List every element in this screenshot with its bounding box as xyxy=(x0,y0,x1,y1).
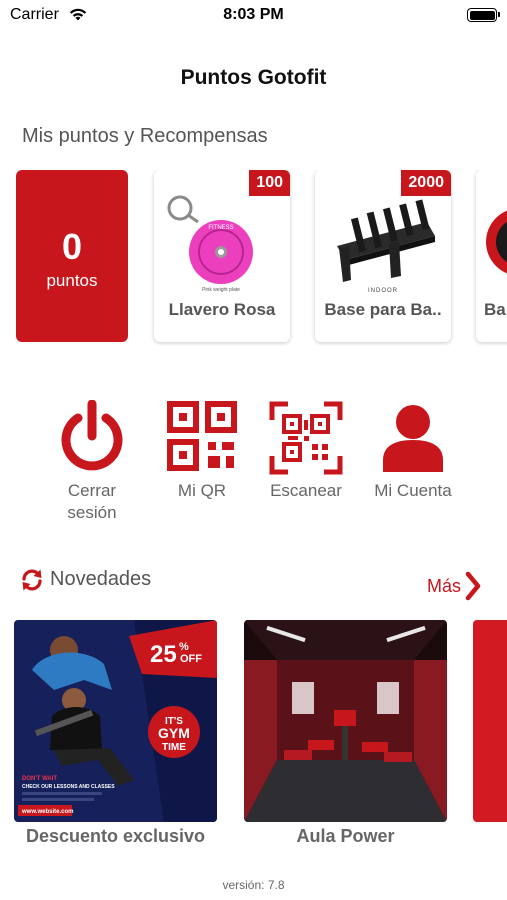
svg-text:Pink weight plate: Pink weight plate xyxy=(202,287,240,293)
reward-card[interactable]: INDOOR 2000 Base para Ba.. xyxy=(315,170,451,342)
reward-cost-badge: 100 xyxy=(249,170,290,196)
svg-text:DON'T WAIT: DON'T WAIT xyxy=(22,776,57,782)
clock: 8:03 PM xyxy=(223,6,284,23)
barbell-rack-stand-image: INDOOR xyxy=(337,199,435,294)
power-icon xyxy=(61,400,123,471)
news-card[interactable] xyxy=(473,620,507,826)
red-banner xyxy=(473,620,507,822)
svg-text:GYM: GYM xyxy=(158,725,190,741)
svg-text:www.website.com: www.website.com xyxy=(21,809,73,815)
dark-red-gym-room xyxy=(244,620,447,822)
svg-text:TIME: TIME xyxy=(162,742,186,753)
news-title: Descuento exclusivo xyxy=(25,826,206,846)
chevron-right-icon xyxy=(465,571,481,601)
reward-name: Ba xyxy=(484,300,506,319)
news-heading: Novedades xyxy=(50,568,152,590)
qr-code-icon xyxy=(167,401,237,471)
logout-label: Cerrar sesión xyxy=(67,481,117,522)
weight-plate-image xyxy=(486,210,507,274)
gym-promo-banner: 25 % OFF IT'S GYM TIME DON'T WAIT CHECK … xyxy=(14,620,217,822)
page-title: Puntos Gotofit xyxy=(180,66,327,89)
svg-text:INDOOR: INDOOR xyxy=(368,288,398,294)
my-qr-button[interactable]: Mi QR xyxy=(142,400,262,502)
user-icon xyxy=(383,405,443,472)
logout-button[interactable]: Cerrar sesión xyxy=(32,400,152,524)
points-label: puntos xyxy=(46,271,98,290)
rewards-carousel[interactable]: 0 puntos FITNESS Pink weight plate 100 L… xyxy=(16,170,507,346)
svg-text:OFF: OFF xyxy=(180,653,202,665)
news-title: Aula Power xyxy=(296,826,395,846)
news-card[interactable]: 25 % OFF IT'S GYM TIME DON'T WAIT CHECK … xyxy=(14,620,217,847)
svg-text:%: % xyxy=(179,641,189,653)
points-value: 0 xyxy=(61,226,83,267)
battery-icon xyxy=(467,8,500,22)
gym-promo-image: 25 % OFF IT'S GYM TIME DON'T WAIT CHECK … xyxy=(14,620,217,822)
news-card[interactable]: Aula Power xyxy=(244,620,447,847)
my-qr-label: Mi QR xyxy=(177,481,227,500)
my-account-button[interactable]: Mi Cuenta xyxy=(353,400,473,502)
qr-scan-icon xyxy=(269,401,343,475)
app-version: versión: 7.8 xyxy=(222,878,285,892)
quick-actions: Cerrar sesión Mi QR Escanear Mi Cuenta xyxy=(0,400,507,530)
reward-cost-badge: 2000 xyxy=(401,170,451,196)
my-account-label: Mi Cuenta xyxy=(374,481,452,500)
points-card[interactable]: 0 puntos xyxy=(16,170,128,342)
gym-room-image xyxy=(244,620,447,822)
svg-text:FITNESS: FITNESS xyxy=(208,225,233,231)
reward-name: Llavero Rosa xyxy=(168,300,276,319)
refresh-icon[interactable] xyxy=(20,568,44,592)
scan-label: Escanear xyxy=(270,481,342,500)
more-news-link[interactable]: Más xyxy=(427,571,481,601)
reward-card[interactable]: Ba xyxy=(476,170,507,342)
svg-text:CHECK OUR LESSONS AND CLASSES: CHECK OUR LESSONS AND CLASSES xyxy=(22,784,115,790)
pink-weight-plate-keychain-image: FITNESS Pink weight plate xyxy=(167,195,253,293)
scan-button[interactable]: Escanear xyxy=(246,400,366,502)
rewards-heading: Mis puntos y Recompensas xyxy=(22,125,268,147)
news-carousel[interactable]: 25 % OFF IT'S GYM TIME DON'T WAIT CHECK … xyxy=(14,620,507,855)
more-label: Más xyxy=(426,575,461,596)
svg-text:25: 25 xyxy=(150,641,177,668)
status-bar: Carrier 8:03 PM xyxy=(0,0,507,30)
reward-name: Base para Ba.. xyxy=(324,300,442,319)
reward-card[interactable]: FITNESS Pink weight plate 100 Llavero Ro… xyxy=(154,170,290,342)
